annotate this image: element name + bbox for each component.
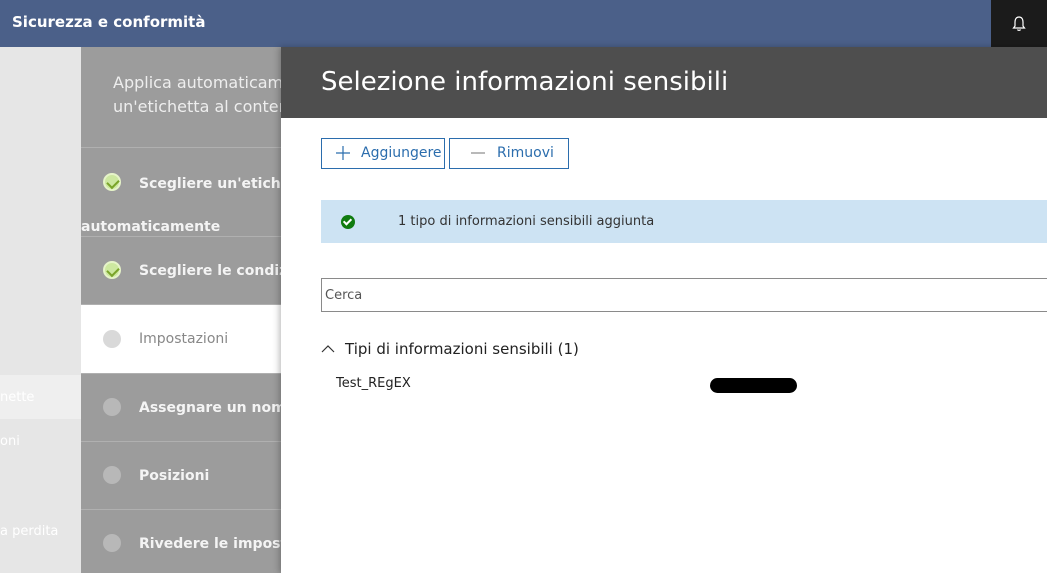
add-button[interactable]: Aggiungere bbox=[321, 138, 445, 169]
step-label: Rivedere le impostazioni bbox=[139, 536, 281, 552]
step-circle-icon bbox=[103, 534, 121, 552]
wizard-step-conditions[interactable]: Scegliere le condizioni bbox=[81, 236, 281, 304]
wizard-step-locations[interactable]: Posizioni bbox=[81, 441, 281, 509]
plus-icon bbox=[336, 146, 350, 160]
wizard-step-choose-label[interactable]: Scegliere un'etichetta automaticamente bbox=[81, 147, 281, 236]
chevron-up-icon bbox=[321, 345, 335, 353]
remove-button-label: Rimuovi bbox=[497, 145, 554, 161]
notifications-button[interactable] bbox=[991, 0, 1047, 47]
app-title[interactable]: Sicurezza e conformità bbox=[12, 13, 205, 31]
redacted-value bbox=[710, 378, 797, 393]
list-item[interactable]: Test_REgEX bbox=[336, 376, 411, 391]
nav-item-policies[interactable]: oni bbox=[0, 419, 81, 463]
step-circle-icon bbox=[103, 330, 121, 348]
group-label: Tipi di informazioni sensibili (1) bbox=[345, 340, 579, 358]
nav-item-labels[interactable]: nette bbox=[0, 375, 81, 419]
check-icon bbox=[103, 261, 121, 279]
sensitive-info-flyout: Selezione informazioni sensibili Aggiung… bbox=[281, 47, 1047, 573]
minus-icon bbox=[471, 152, 485, 154]
wizard-step-review[interactable]: Rivedere le impostazioni bbox=[81, 509, 281, 573]
top-bar: Sicurezza e conformità bbox=[0, 0, 1047, 47]
step-circle-icon bbox=[103, 466, 121, 484]
step-label: Impostazioni bbox=[139, 331, 229, 347]
step-label: Scegliere le condizioni bbox=[139, 263, 281, 279]
wizard-step-name[interactable]: Assegnare un nome a bbox=[81, 373, 281, 441]
sensitive-types-group-header[interactable]: Tipi di informazioni sensibili (1) bbox=[321, 338, 579, 360]
step-label: Posizioni bbox=[139, 468, 210, 484]
status-banner: 1 tipo di informazioni sensibili aggiunt… bbox=[321, 200, 1047, 243]
banner-message: 1 tipo di informazioni sensibili aggiunt… bbox=[398, 214, 655, 229]
step-sublabel: automaticamente bbox=[81, 219, 221, 235]
nav-item-label: nette bbox=[0, 389, 35, 405]
check-icon bbox=[103, 173, 121, 191]
search-input[interactable] bbox=[321, 278, 1047, 312]
wizard-steps: Applica automaticamente un'etichetta al … bbox=[81, 47, 281, 573]
wizard-intro: Applica automaticamente un'etichetta al … bbox=[113, 73, 281, 116]
nav-item-label: oni bbox=[0, 433, 20, 449]
success-check-icon bbox=[341, 215, 355, 229]
step-label: Assegnare un nome a bbox=[139, 400, 281, 416]
remove-button[interactable]: Rimuovi bbox=[449, 138, 569, 169]
left-navigation: nette oni a perdita bbox=[0, 47, 81, 573]
wizard-step-settings[interactable]: Impostazioni bbox=[81, 304, 281, 373]
flyout-header: Selezione informazioni sensibili bbox=[281, 47, 1047, 118]
add-button-label: Aggiungere bbox=[361, 145, 442, 161]
nav-item-label: a perdita bbox=[0, 523, 59, 539]
step-label: Scegliere un'etichetta bbox=[139, 176, 281, 192]
flyout-title: Selezione informazioni sensibili bbox=[321, 67, 729, 97]
nav-item-data-loss[interactable]: a perdita bbox=[0, 509, 81, 553]
step-circle-icon bbox=[103, 398, 121, 416]
bell-icon bbox=[1012, 15, 1026, 31]
